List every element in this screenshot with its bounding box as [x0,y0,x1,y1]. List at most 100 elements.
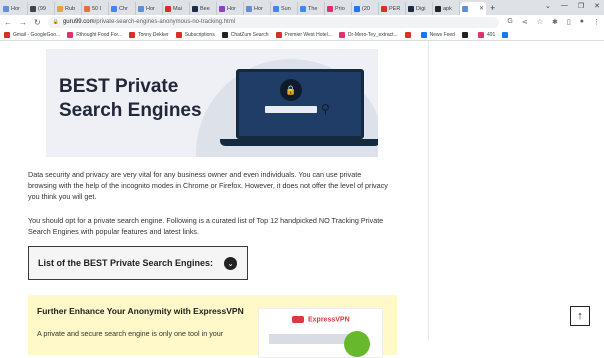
reload-icon[interactable]: ↻ [34,18,41,27]
browser-tab[interactable]: The [298,2,325,15]
promo-text: A private and secure search engine is on… [37,329,224,338]
close-tab-icon[interactable]: ✕ [479,5,484,12]
browser-tab[interactable]: Hor [217,2,244,15]
vpn-card[interactable]: ExpressVPN [258,308,383,358]
browser-tab[interactable]: Mai [163,2,190,15]
browser-tab[interactable]: (99 [28,2,55,15]
bookmark-item[interactable] [502,31,511,38]
tab-favicon-icon [219,5,225,12]
browser-tab[interactable]: Hor [136,2,163,15]
browser-tab[interactable]: Digi [406,2,433,15]
menu-kebab-icon[interactable]: ⋮ [593,18,600,26]
bookmark-item[interactable]: Dr-Mero-Tey_extract... [338,31,398,38]
tab-favicon-icon [3,5,9,12]
laptop-screen: 🔒 ⚲ [236,69,364,139]
restore-icon[interactable]: ❐ [578,2,584,10]
side-panel-icon[interactable]: ▯ [567,18,571,26]
browser-toolbar: ← → ↻ 🔒 guru99.com/private-search-engine… [0,15,604,29]
close-window-icon[interactable]: ✕ [594,2,600,10]
toc-toggle[interactable]: List of the BEST Private Search Engines:… [28,246,248,280]
browser-tab[interactable]: Rub [55,2,82,15]
forward-icon[interactable]: → [19,18,27,27]
tab-label: Hor [227,5,236,12]
tab-label: Digi [416,5,426,12]
browser-tab[interactable]: 50 I [82,2,109,15]
bookmark-favicon-icon [221,31,228,38]
profile-avatar-icon[interactable]: ● [580,18,584,26]
bookmark-label: Subscriptions [184,31,215,38]
laptop-base [220,139,378,146]
lock-icon[interactable]: 🔒 [53,19,59,25]
bookmarks-bar: Gmail - GoogleGoo... Rthought Food For...… [0,29,604,41]
browser-tab[interactable]: PER [379,2,406,15]
bookmark-label: Rthought Food For... [76,31,123,38]
bookmark-item[interactable]: Subscriptions [175,31,215,38]
bookmark-label: News Feed [429,31,455,38]
tab-favicon-icon [327,5,333,12]
bookmark-label: Tonny Dekker [138,31,169,38]
minimize-icon[interactable]: — [561,2,568,10]
tab-favicon-icon [138,5,144,12]
bookmark-item[interactable]: Gmail - GoogleGoo... [4,31,61,38]
tab-label: Bee [200,5,210,12]
bookmark-item[interactable] [461,31,471,38]
hero-image: BEST Private Search Engines 🔒 ⚲ [46,49,378,157]
browser-tab[interactable]: Chr [109,2,136,15]
bookmark-favicon-icon [420,31,427,38]
browser-tab[interactable]: ✕ [460,2,486,15]
bookmark-item[interactable] [404,31,414,38]
address-bar[interactable]: 🔒 guru99.com/private-search-engines-anon… [47,16,500,28]
url-host: guru99.com [62,19,95,25]
bookmark-item[interactable]: ChatZum Search [221,31,269,38]
tab-label: 50 I [92,5,102,12]
browser-tab[interactable]: Hor [244,2,271,15]
extensions-icon[interactable]: ✱ [552,18,558,26]
tab-label: apk [443,5,452,12]
scroll-to-top-button[interactable]: ↑ [570,306,590,326]
tab-label: Hor [11,5,20,12]
browser-tab[interactable]: apk [433,2,460,15]
browser-tab[interactable]: Hor [1,2,28,15]
bookmark-favicon-icon [129,31,136,38]
tab-label: Chr [119,5,128,12]
tab-label: Hor [146,5,155,12]
tab-favicon-icon [354,5,360,12]
browser-tab[interactable]: Prio [325,2,352,15]
promo-title: Further Enhance Your Anonymity with Expr… [37,306,244,316]
expressvpn-logo: ExpressVPN [292,316,350,323]
google-lens-icon[interactable]: G [507,18,512,26]
bookmark-favicon-icon [67,31,74,38]
bookmark-star-icon[interactable]: ☆ [537,18,543,26]
bookmark-item[interactable]: Premier West Hotel... [275,31,332,38]
bookmark-item[interactable]: News Feed [420,31,455,38]
bookmark-item[interactable]: Rthought Food For... [67,31,123,38]
second-paragraph: You should opt for a private search engi… [28,216,384,236]
tab-favicon-icon [165,5,171,12]
tab-label: Prio [335,5,345,12]
back-icon[interactable]: ← [4,18,12,27]
bookmark-item[interactable]: 491 [477,31,495,38]
toc-label: List of the BEST Private Search Engines: [38,258,214,268]
intro-paragraph: Data security and privacy are very vital… [28,170,388,201]
bookmark-item[interactable]: Tonny Dekker [129,31,169,38]
illustration-search-bar [265,106,317,113]
bookmark-label: Gmail - GoogleGoo... [13,31,61,38]
tab-favicon-icon [30,5,36,12]
hero-title-line1: BEST Private [59,76,179,97]
tab-favicon-icon [246,5,252,12]
tab-favicon-icon [462,5,468,12]
share-icon[interactable]: ⋖ [522,18,528,26]
bookmark-favicon-icon [477,31,484,38]
browser-tab[interactable]: Bee [190,2,217,15]
bookmark-favicon-icon [502,31,509,38]
chevron-down-icon[interactable]: ⌄ [224,257,237,270]
hero-title: BEST Private Search Engines [59,75,202,123]
bookmark-favicon-icon [175,31,182,38]
browser-tab[interactable]: (20 [352,2,379,15]
window-controls: ⌄ — ❐ ✕ [545,2,600,10]
new-tab-button[interactable]: + [490,3,495,13]
browser-tab[interactable]: Sun [271,2,298,15]
tab-search-icon[interactable]: ⌄ [545,2,551,10]
tab-favicon-icon [381,5,387,12]
bookmark-favicon-icon [338,31,345,38]
